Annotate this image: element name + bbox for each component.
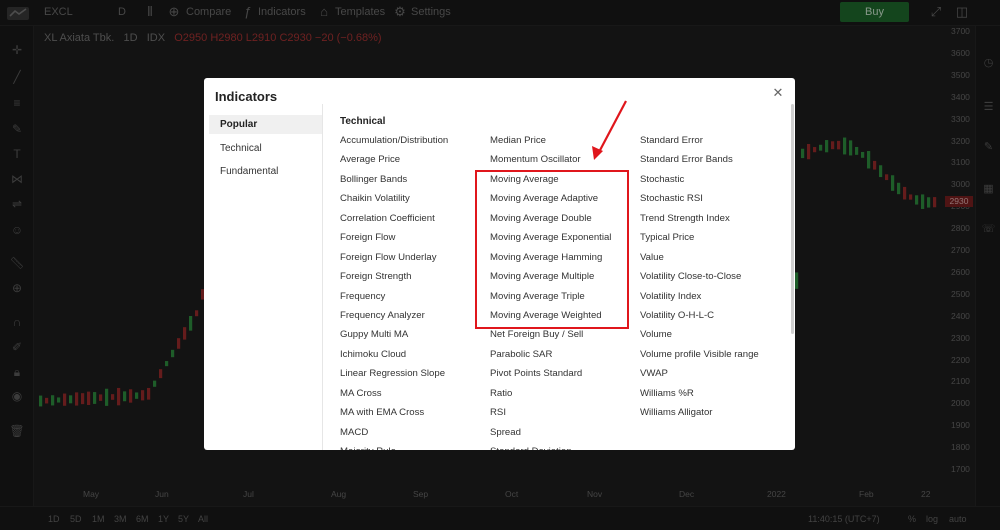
trading-app: EXCL D ⫴ ⊕ Compare ƒ Indicators ⌂ Templa…	[0, 0, 1000, 530]
dialog-scrollbar[interactable]	[791, 104, 794, 334]
indicator-item[interactable]: Frequency Analyzer	[340, 309, 490, 328]
indicator-item[interactable]: Trend Strength Index	[640, 212, 790, 231]
indicator-item[interactable]: Standard Error Bands	[640, 153, 790, 172]
category-popular[interactable]: Popular	[209, 115, 322, 134]
indicator-item[interactable]: Standard Deviation	[490, 445, 640, 450]
indicator-item[interactable]: VWAP	[640, 367, 790, 386]
highlight-box	[475, 170, 629, 329]
indicator-item[interactable]: Stochastic	[640, 173, 790, 192]
category-fundamental[interactable]: Fundamental	[209, 162, 322, 181]
indicator-item[interactable]: RSI	[490, 406, 640, 425]
indicator-item[interactable]: Volatility Index	[640, 290, 790, 309]
indicator-item[interactable]: Foreign Strength	[340, 270, 490, 289]
indicator-item[interactable]: Average Price	[340, 153, 490, 172]
indicator-item[interactable]: Pivot Points Standard	[490, 367, 640, 386]
indicator-item[interactable]: Chaikin Volatility	[340, 192, 490, 211]
indicator-item[interactable]: Standard Error	[640, 134, 790, 153]
indicator-item[interactable]: Williams Alligator	[640, 406, 790, 425]
indicator-item[interactable]: Linear Regression Slope	[340, 367, 490, 386]
category-sidebar: Popular Technical Fundamental	[204, 104, 323, 450]
section-title: Technical	[340, 116, 386, 127]
dialog-title: Indicators	[215, 89, 278, 104]
indicator-item[interactable]: Parabolic SAR	[490, 348, 640, 367]
indicator-item[interactable]: Ichimoku Cloud	[340, 348, 490, 367]
indicator-column-3: Standard Error Standard Error Bands Stocha…	[640, 134, 790, 426]
indicator-item[interactable]: Majority Rule	[340, 445, 490, 450]
indicator-item[interactable]: Net Foreign Buy / Sell	[490, 328, 640, 347]
indicator-item[interactable]: Volatility Close-to-Close	[640, 270, 790, 289]
indicator-item[interactable]: Volume profile Visible range	[640, 348, 790, 367]
indicator-item[interactable]: Guppy Multi MA	[340, 328, 490, 347]
indicator-item[interactable]: Bollinger Bands	[340, 173, 490, 192]
indicator-item[interactable]: Volume	[640, 328, 790, 347]
indicator-item[interactable]: Spread	[490, 426, 640, 445]
indicator-item[interactable]: Ratio	[490, 387, 640, 406]
indicator-item[interactable]: Value	[640, 251, 790, 270]
indicator-item[interactable]: Frequency	[340, 290, 490, 309]
indicator-item[interactable]: Correlation Coefficient	[340, 212, 490, 231]
indicator-item[interactable]: Foreign Flow Underlay	[340, 251, 490, 270]
indicator-item[interactable]: Williams %R	[640, 387, 790, 406]
indicator-item[interactable]: Stochastic RSI	[640, 192, 790, 211]
annotation-arrow-icon	[592, 100, 627, 160]
indicator-item[interactable]: MA Cross	[340, 387, 490, 406]
indicator-item[interactable]: Typical Price	[640, 231, 790, 250]
indicator-item[interactable]: Foreign Flow	[340, 231, 490, 250]
close-icon[interactable]: ✕	[772, 86, 784, 99]
indicator-item[interactable]: MACD	[340, 426, 490, 445]
category-technical[interactable]: Technical	[209, 139, 322, 158]
indicator-item[interactable]: MA with EMA Cross	[340, 406, 490, 425]
indicator-item[interactable]: Volatility O-H-L-C	[640, 309, 790, 328]
indicator-column-1: Accumulation/Distribution Average Price Bo…	[340, 134, 490, 450]
indicator-item[interactable]: Accumulation/Distribution	[340, 134, 490, 153]
